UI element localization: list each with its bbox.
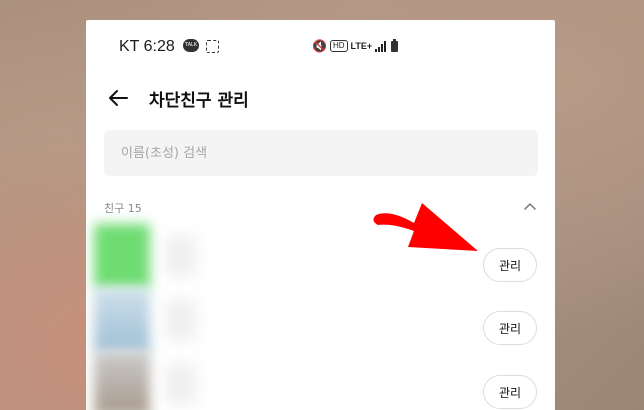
search-input[interactable] (104, 130, 538, 176)
avatar (94, 224, 150, 288)
blurred-name (166, 364, 196, 404)
screenshot-icon (206, 40, 219, 53)
avatar (94, 352, 150, 410)
mute-icon: 🔇 (312, 39, 327, 53)
blurred-name (166, 236, 196, 276)
red-arrow-icon (373, 203, 478, 251)
manage-button[interactable]: 관리 (483, 248, 537, 282)
page-title: 차단친구 관리 (149, 91, 249, 111)
list-item: 관리 (86, 352, 555, 410)
hd-voice-icon: HD (329, 40, 348, 52)
list-item: 관리 (86, 288, 555, 352)
chevron-up-icon[interactable] (523, 201, 537, 211)
blurred-name (166, 300, 196, 340)
friends-section-label: 친구 15 (104, 202, 142, 215)
avatar (94, 288, 150, 352)
carrier-time: KT 6:28 (119, 38, 175, 55)
status-icons: 🔇 HD LTE+ (312, 38, 399, 54)
manage-button[interactable]: 관리 (483, 375, 537, 409)
battery-icon (391, 38, 399, 52)
kakaotalk-notification-icon: TALK (183, 39, 199, 52)
status-bar: KT 6:28 TALK 🔇 HD LTE+ (86, 20, 555, 76)
signal-icon (375, 40, 387, 52)
lte-icon: LTE+ (350, 40, 373, 51)
manage-button[interactable]: 관리 (483, 311, 537, 345)
back-arrow-icon[interactable] (106, 86, 130, 110)
